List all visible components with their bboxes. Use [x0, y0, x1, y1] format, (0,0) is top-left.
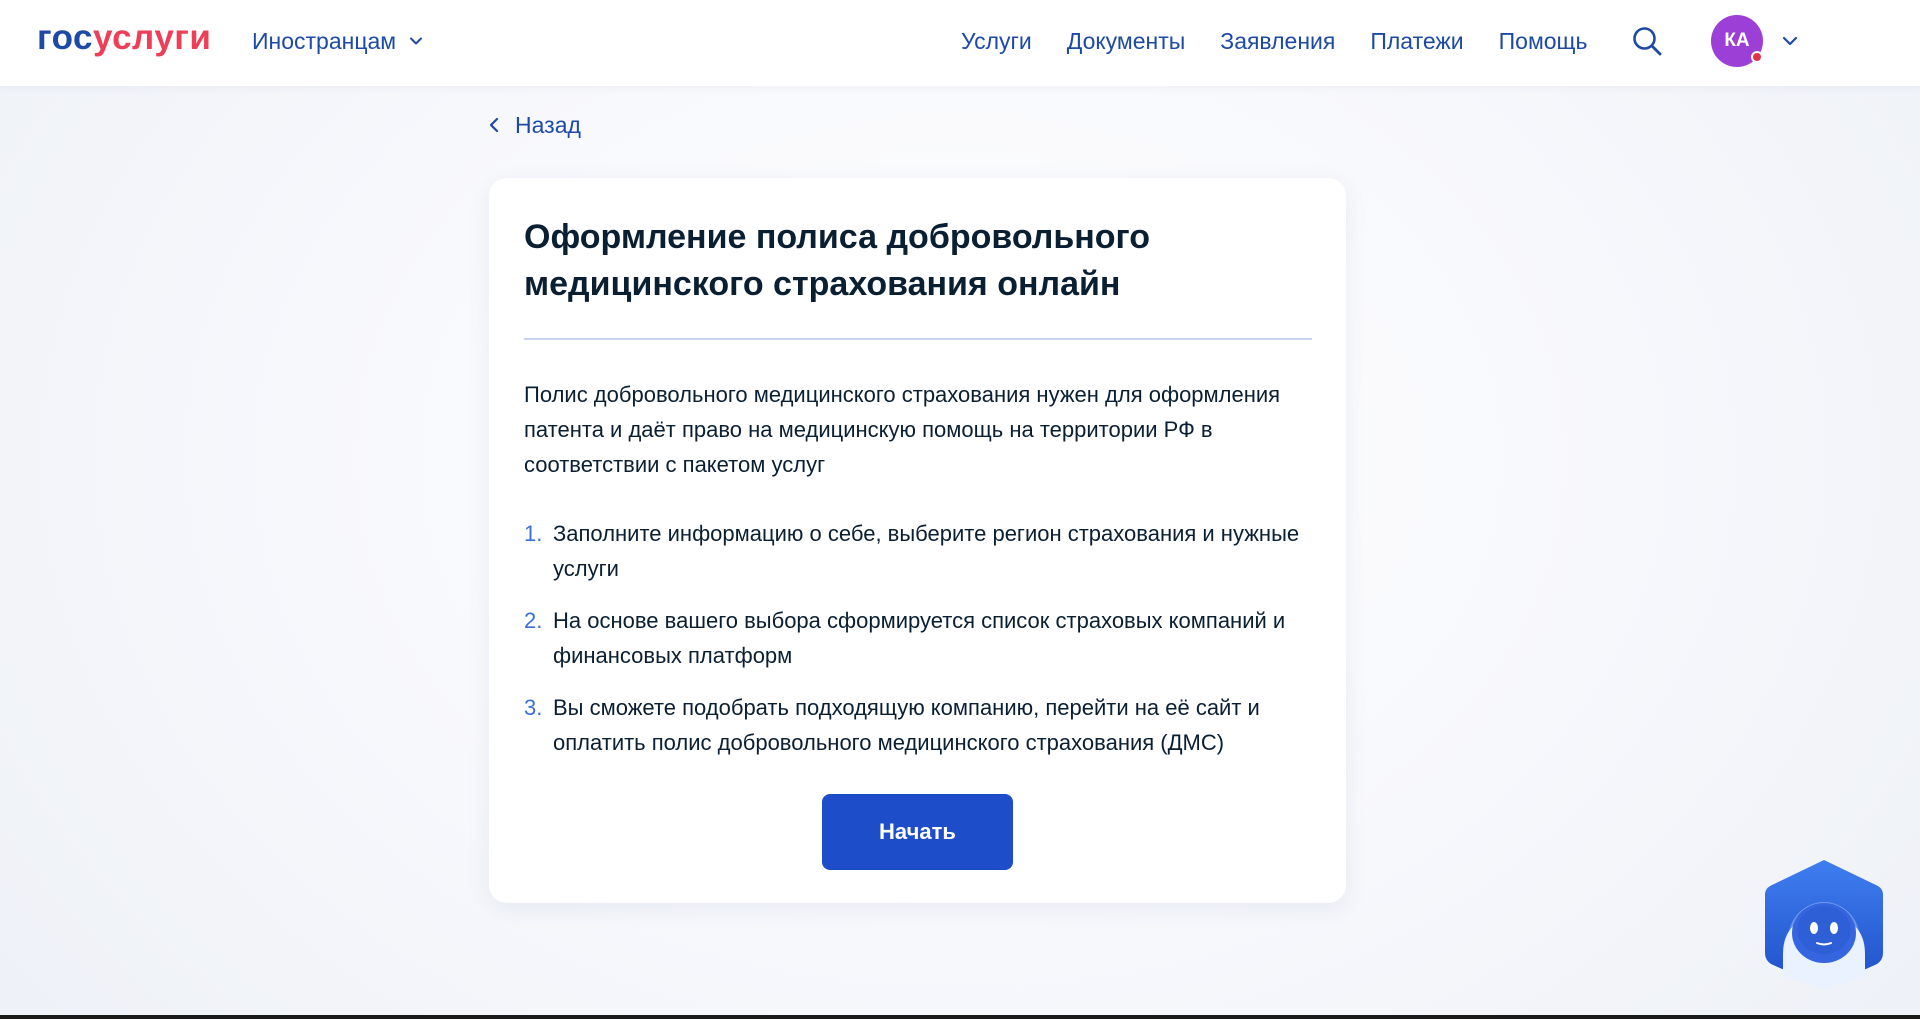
step-number: 2.: [524, 608, 543, 633]
nav-applications[interactable]: Заявления: [1220, 28, 1335, 55]
intro-text: Полис добровольного медицинского страхов…: [524, 382, 1281, 477]
nav-documents[interactable]: Документы: [1067, 28, 1186, 55]
page-title: Оформление полиса добровольного медицинс…: [524, 218, 1151, 303]
back-link[interactable]: Назад: [487, 110, 581, 140]
step-item: 3. Вы сможете подобрать подходящую компа…: [524, 690, 1324, 760]
avatar[interactable]: КА: [1711, 15, 1763, 67]
step-number: 3.: [524, 695, 543, 720]
page: госуслуги Иностранцам Услуги Документы З…: [0, 0, 1920, 1019]
chevron-left-icon: [489, 117, 499, 133]
back-label: Назад: [515, 111, 581, 138]
foreigners-label: Иностранцам: [252, 27, 397, 54]
search-icon[interactable]: [1631, 25, 1663, 57]
assistant-robot-icon[interactable]: [1763, 858, 1885, 990]
start-button[interactable]: Начать: [822, 794, 1013, 870]
step-item: 1. Заполните информацию о себе, выберите…: [524, 516, 1324, 586]
step-text: Заполните информацию о себе, выберите ре…: [553, 521, 1300, 581]
chevron-down-icon: [410, 37, 423, 45]
steps-list: 1. Заполните информацию о себе, выберите…: [524, 516, 1324, 777]
bottom-edge: [0, 1015, 1920, 1019]
header: госуслуги Иностранцам Услуги Документы З…: [0, 0, 1920, 86]
main-nav: Услуги Документы Заявления Платежи Помощ…: [961, 26, 1622, 56]
service-card: Оформление полиса добровольного медицинс…: [489, 178, 1346, 903]
divider: [524, 338, 1312, 340]
logo-part-gos: гос: [37, 18, 93, 57]
nav-services[interactable]: Услуги: [961, 28, 1032, 55]
step-text: На основе вашего выбора сформируется спи…: [553, 608, 1286, 668]
nav-help[interactable]: Помощь: [1499, 28, 1588, 55]
gosuslugi-logo[interactable]: госуслуги: [37, 18, 211, 58]
step-text: Вы сможете подобрать подходящую компанию…: [553, 695, 1260, 755]
foreigners-dropdown[interactable]: Иностранцам: [252, 26, 424, 56]
notification-dot: [1751, 51, 1763, 63]
step-item: 2. На основе вашего выбора сформируется …: [524, 603, 1324, 673]
chevron-down-icon[interactable]: [1780, 31, 1800, 51]
avatar-initials: КА: [1724, 30, 1750, 51]
step-number: 1.: [524, 521, 543, 546]
nav-payments[interactable]: Платежи: [1370, 28, 1463, 55]
logo-part-uslugi: услуги: [93, 18, 212, 57]
